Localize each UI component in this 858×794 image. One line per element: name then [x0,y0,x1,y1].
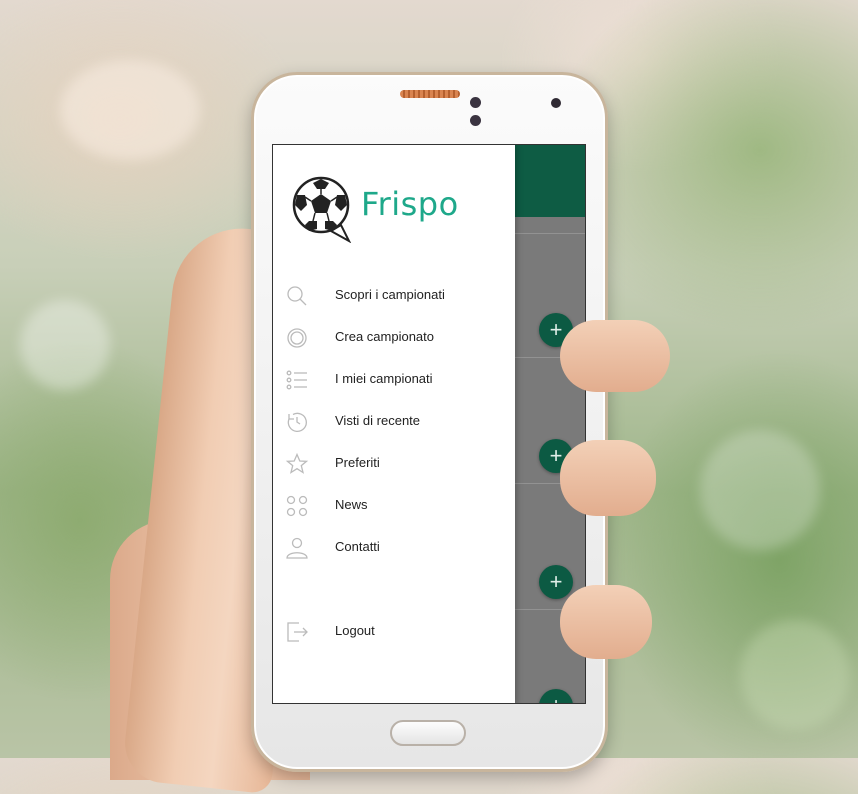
menu-item-miei-campionati[interactable]: I miei campionati [273,360,515,400]
soccer-ball-logo-icon [292,176,352,243]
ring-icon [287,328,307,348]
list-icon [286,370,307,390]
search-icon [287,286,307,306]
menu-item-label: Preferiti [335,455,380,470]
front-camera [551,98,561,108]
menu-item-label: Visti di recente [335,413,421,428]
hand-finger [560,320,670,392]
menu-item-label: Scopri i campionati [335,287,445,302]
menu-item-visti-recente[interactable]: Visti di recente [273,402,515,442]
menu-item-label: News [335,497,368,512]
menu-item-label: Contatti [335,539,380,554]
phone-sensors [470,95,496,126]
phone-speaker [400,90,460,98]
menu-item-news[interactable]: News [273,486,515,526]
phone-screen: + + + + Frispo [272,144,586,704]
navigation-drawer: Frispo Scopri i campionati Crea campiona… [273,145,515,703]
history-icon [287,412,307,432]
menu-item-contatti[interactable]: Contatti [273,528,515,568]
menu-item-label: Logout [335,623,375,638]
menu-item-label: I miei campionati [335,371,433,386]
menu-item-label: Crea campionato [335,329,434,344]
background-bokeh [700,430,820,550]
menu-item-preferiti[interactable]: Preferiti [273,444,515,484]
star-icon [285,452,309,474]
background-bokeh [60,60,200,160]
logout-icon [287,622,308,642]
menu-item-crea-campionato[interactable]: Crea campionato [273,318,515,358]
menu-item-scopri-campionati[interactable]: Scopri i campionati [273,276,515,316]
app-logo-text: Frispo [361,185,459,223]
person-icon [286,537,308,559]
hand-finger [560,585,652,659]
hand-finger [560,440,656,516]
menu-item-logout[interactable]: Logout [273,612,515,652]
background-bokeh [20,300,110,390]
grid-icon [286,495,308,517]
background-bokeh [740,620,850,730]
home-button[interactable] [390,720,466,746]
add-button[interactable]: + [539,565,573,599]
